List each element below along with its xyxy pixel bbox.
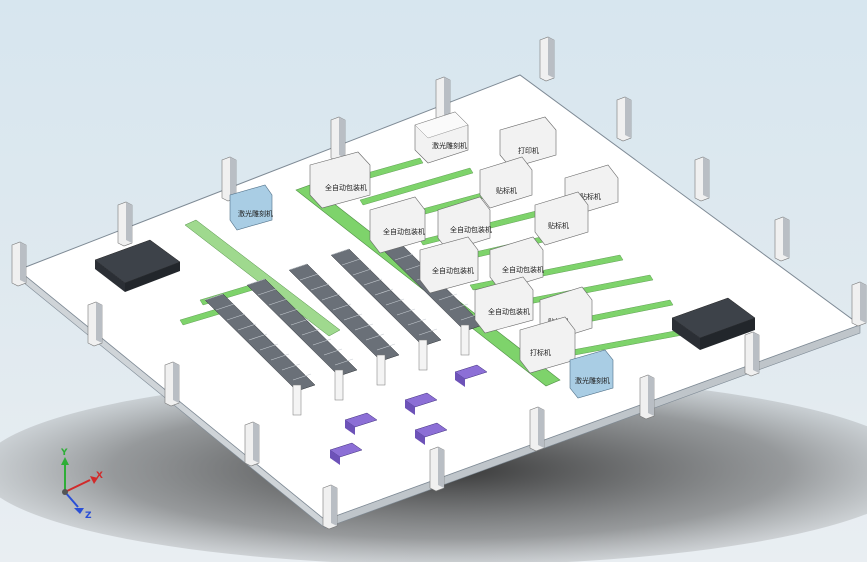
machine-label: 全自动包装机 — [450, 225, 492, 234]
pillar — [164, 361, 180, 407]
machine-label: 激光雕刻机 — [238, 209, 273, 218]
pillar — [616, 96, 632, 142]
machine-label: 贴标机 — [548, 221, 569, 230]
machine-label: 全自动包装机 — [502, 265, 544, 274]
pillar — [330, 116, 346, 162]
machine-label: 激光雕刻机 — [432, 141, 467, 150]
pillar — [429, 446, 445, 492]
axis-x-label: X — [96, 471, 103, 481]
pillar — [117, 201, 133, 247]
pillar — [11, 241, 27, 287]
machine-label: 打标机 — [530, 348, 551, 357]
pillar — [694, 156, 710, 202]
3d-assembly-view[interactable]: 激光雕刻机 打印机 全自动包装机 贴标机 贴标机 激光雕刻机 全自动包装机 全自… — [0, 0, 867, 562]
pillar — [87, 301, 103, 347]
machine-label: 全自动包装机 — [325, 183, 367, 192]
pillar — [539, 36, 555, 82]
cad-viewport[interactable]: 激光雕刻机 打印机 全自动包装机 贴标机 贴标机 激光雕刻机 全自动包装机 全自… — [0, 0, 867, 562]
axis-y-label: Y — [60, 448, 68, 458]
machine-label: 贴标机 — [496, 186, 517, 195]
machine-label: 全自动包装机 — [383, 227, 425, 236]
pillar — [322, 484, 338, 530]
machine-label: 打印机 — [518, 146, 539, 155]
machine-label: 全自动包装机 — [488, 307, 530, 316]
machine-label: 激光雕刻机 — [575, 376, 610, 385]
pillar — [851, 281, 867, 327]
pillar — [774, 216, 790, 262]
pillar — [244, 421, 260, 467]
pillar — [744, 331, 760, 377]
machine-label: 全自动包装机 — [432, 266, 474, 275]
pillar — [639, 374, 655, 420]
pillar — [529, 406, 545, 452]
axis-z-label: Z — [85, 511, 92, 521]
